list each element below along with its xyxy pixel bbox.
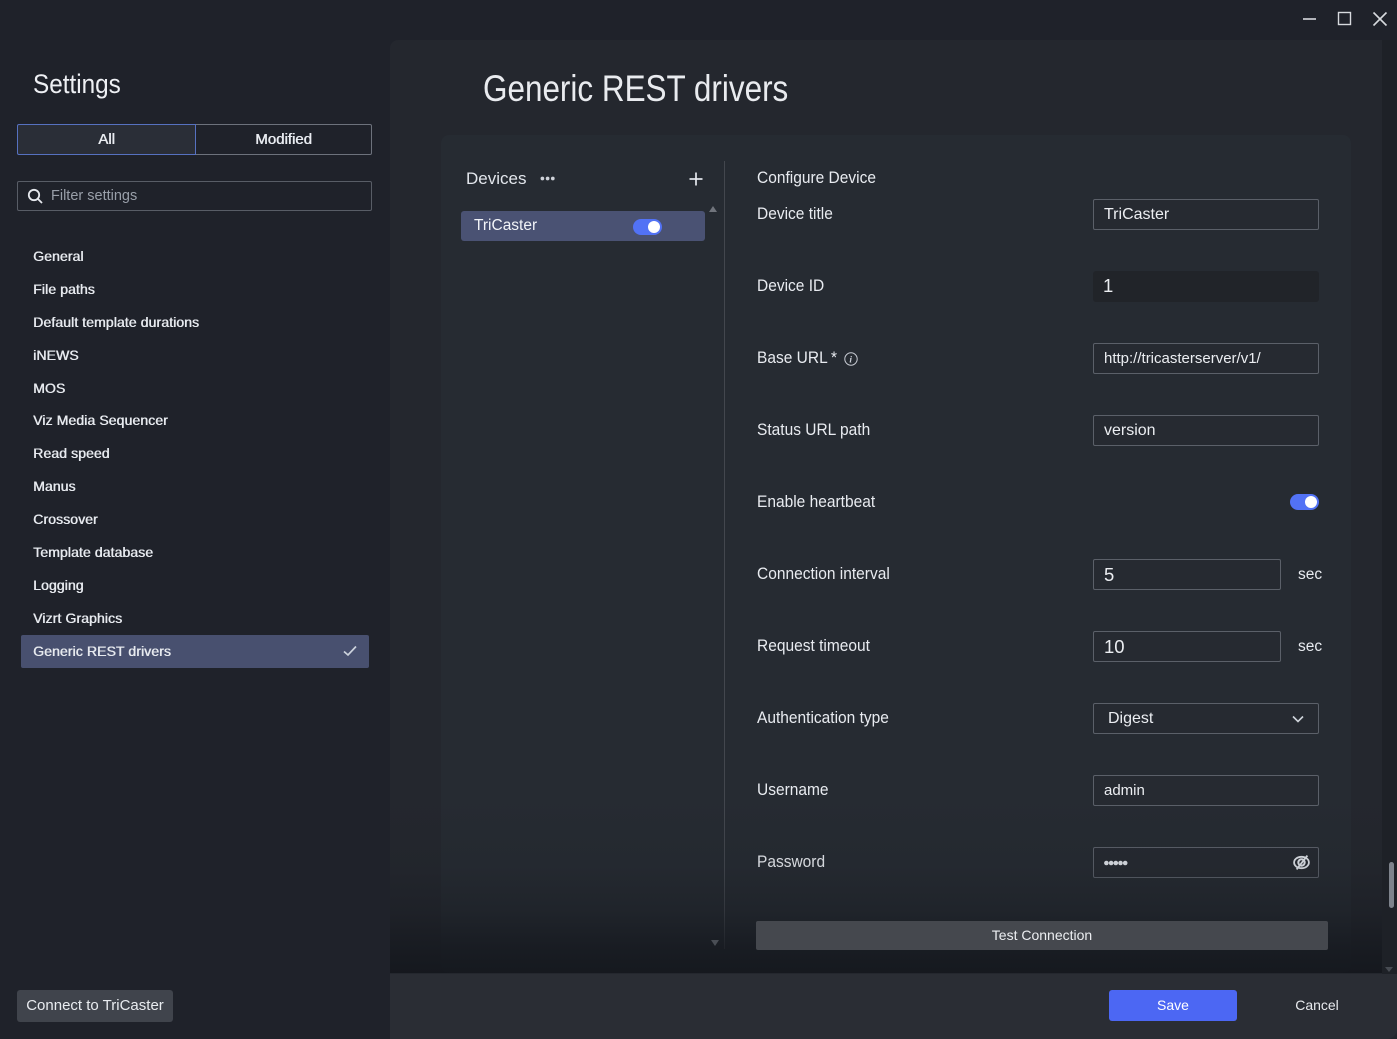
- svg-text:i: i: [849, 355, 852, 365]
